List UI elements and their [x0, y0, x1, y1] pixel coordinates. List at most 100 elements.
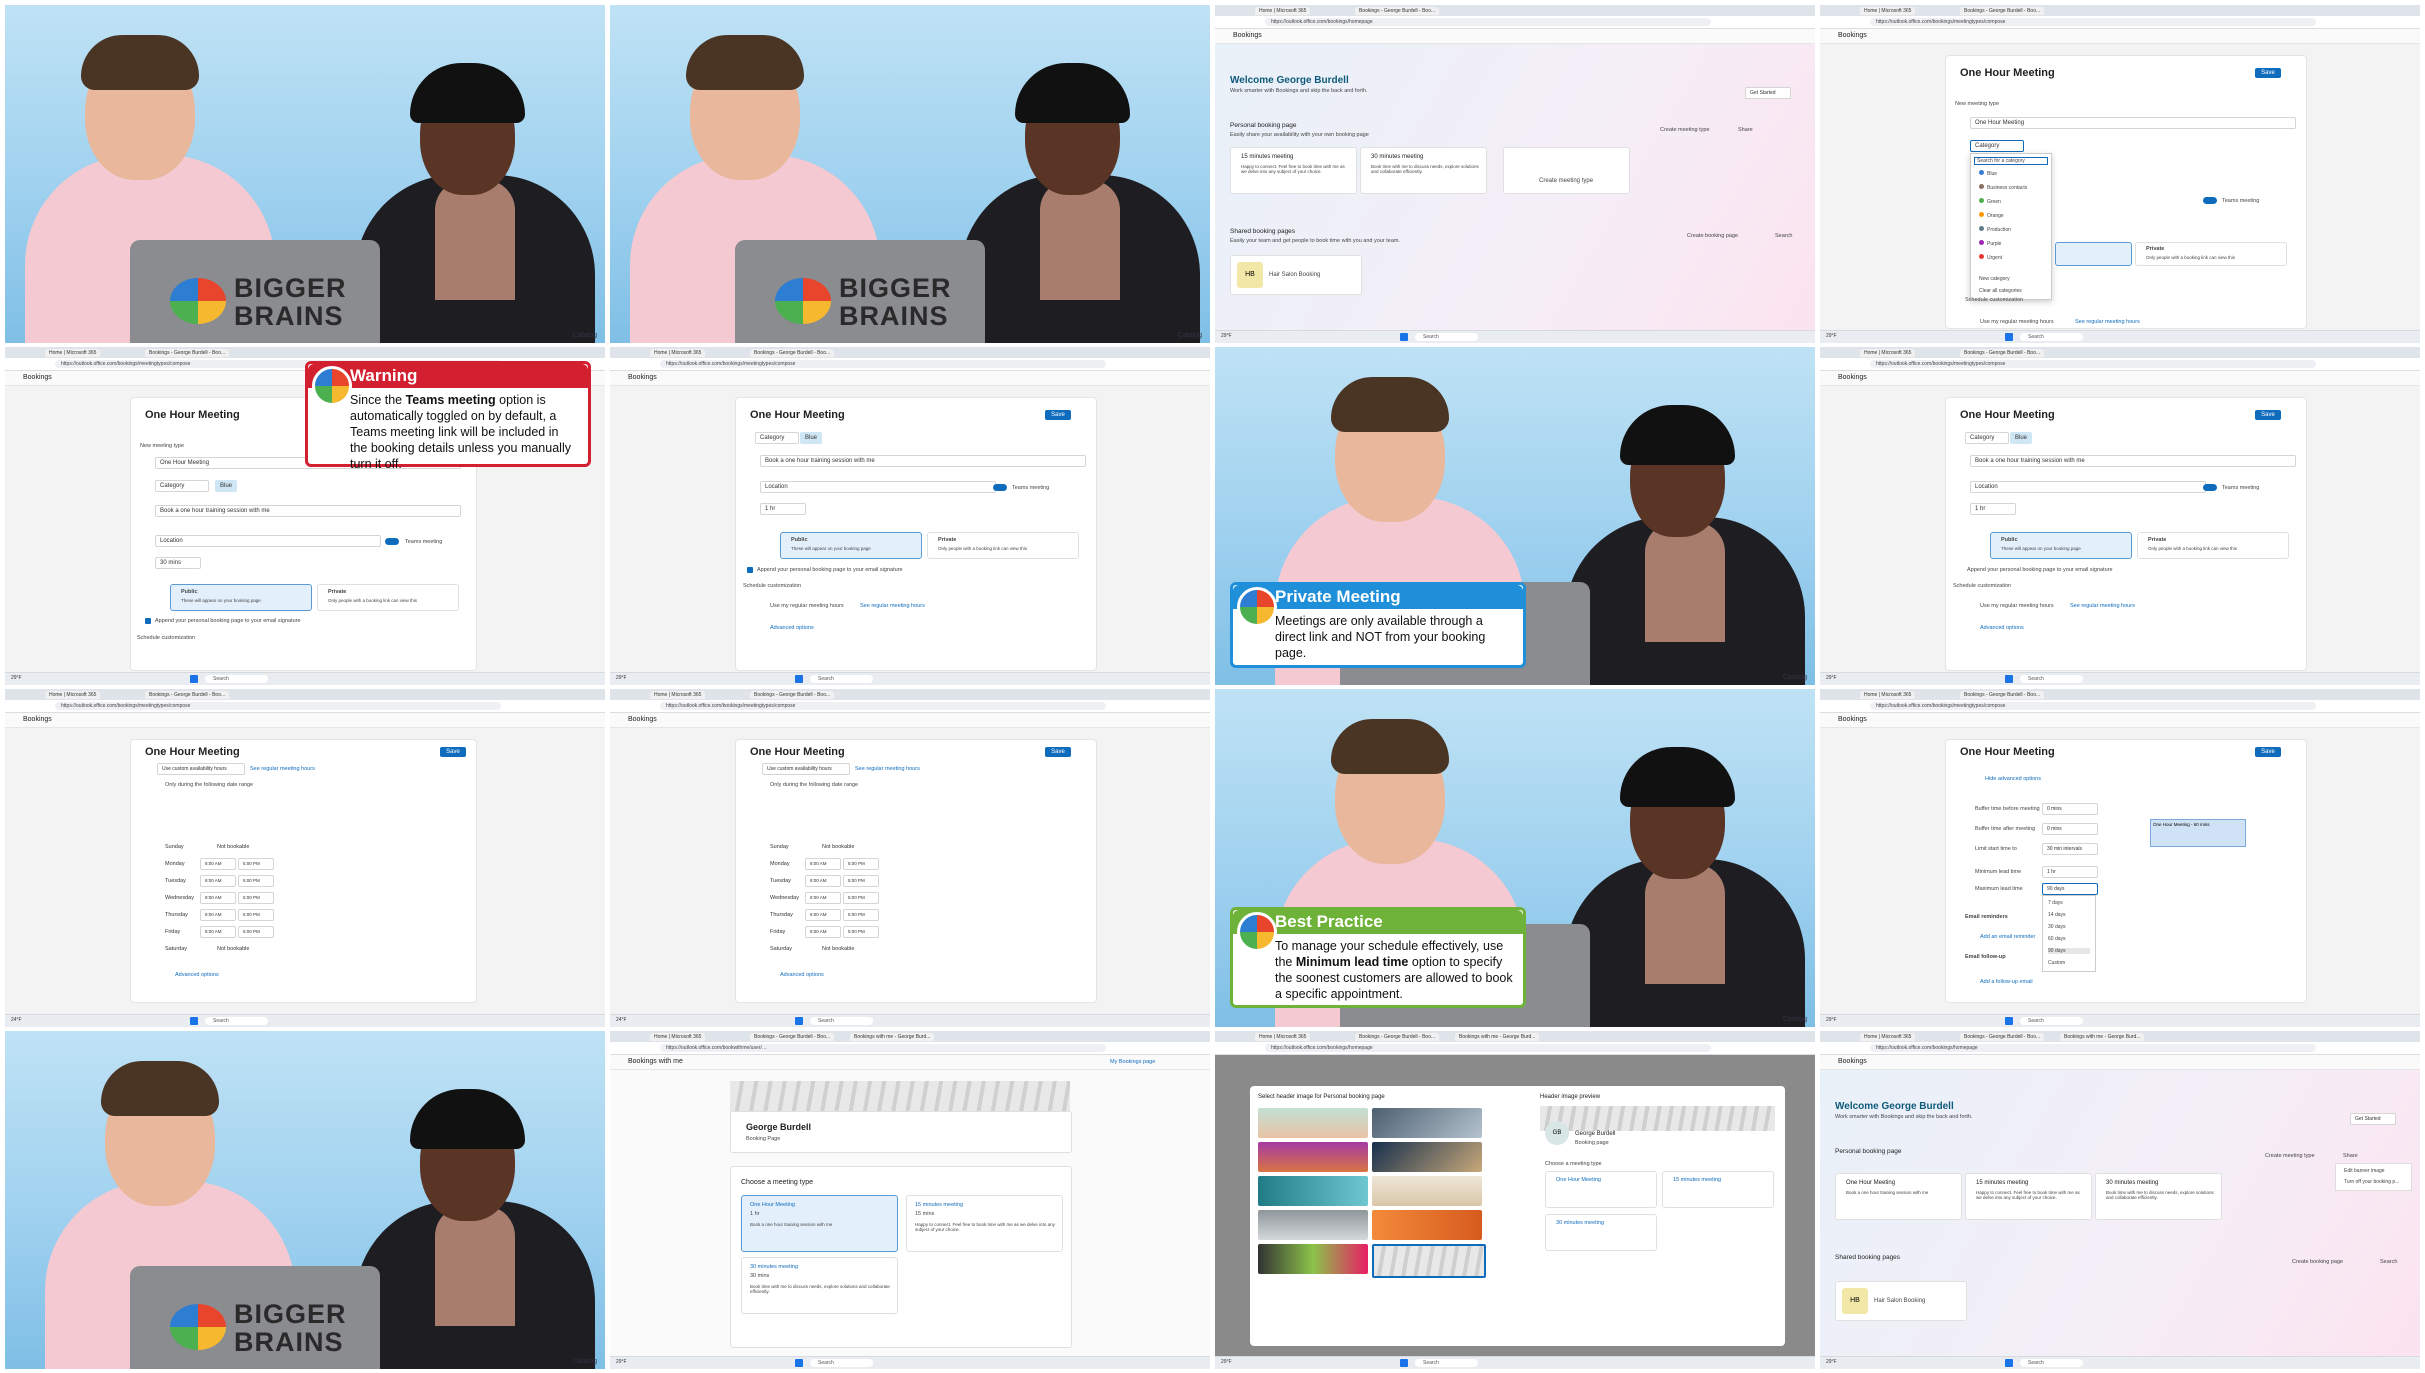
windows-start-icon[interactable] [1400, 333, 1408, 341]
meeting-option-one-hour[interactable]: One Hour Meeting 1 hr Book a one hour tr… [741, 1195, 898, 1252]
duration-dropdown[interactable]: 30 mins [155, 557, 201, 569]
private-option[interactable]: Private Only people with a booking link … [2135, 242, 2287, 266]
end-time-input[interactable]: 5:00 PM [843, 875, 879, 887]
end-time-input[interactable]: 5:00 PM [843, 858, 879, 870]
clear-categories-item[interactable]: Clear all categories [1979, 288, 2022, 294]
create-meeting-type-link[interactable]: Create meeting type [1660, 127, 1710, 133]
advanced-options-frame: Home | Microsoft 365 Bookings - George B… [1820, 689, 2420, 1027]
lead-option[interactable]: 30 days [2048, 924, 2066, 930]
public-option[interactable] [2055, 242, 2132, 266]
teams-meeting-toggle[interactable] [993, 484, 1007, 491]
header-option[interactable] [1258, 1176, 1368, 1206]
meeting-name-input[interactable]: One Hour Meeting [1970, 117, 2296, 129]
windows-start-icon[interactable] [2005, 333, 2013, 341]
address-bar[interactable]: https://outlook.office.com/bookings/home… [1265, 18, 1711, 26]
category-item[interactable]: Business contacts [1979, 184, 2027, 191]
end-time-input[interactable]: 5:00 PM [238, 909, 274, 921]
share-link[interactable]: Share [1738, 127, 1753, 133]
get-started-button[interactable]: Get Started [1745, 87, 1791, 99]
day-label: Sunday [165, 844, 184, 850]
header-option[interactable] [1258, 1108, 1368, 1138]
create-meeting-type-card[interactable]: Create meeting type [1503, 147, 1630, 194]
header-option[interactable] [1372, 1176, 1482, 1206]
windows-start-icon[interactable] [190, 675, 198, 683]
new-category-item[interactable]: New category [1979, 276, 2010, 282]
availability-dropdown[interactable]: Use custom availability hours [157, 763, 245, 775]
teams-meeting-toggle[interactable] [2203, 197, 2217, 204]
tab-bookings[interactable]: Bookings - George Burdell - Boo... [1355, 7, 1440, 15]
header-option[interactable] [1258, 1210, 1368, 1240]
start-time-input[interactable]: 8:00 AM [200, 875, 236, 887]
save-button[interactable]: Save [2255, 68, 2281, 78]
start-time-input[interactable]: 8:00 AM [805, 875, 841, 887]
category-item[interactable]: Urgent [1979, 254, 2002, 261]
day-label: Monday [165, 861, 185, 867]
turn-off-page-item[interactable]: Turn off your booking p... [2344, 1179, 2399, 1185]
category-item[interactable]: Green [1979, 198, 2001, 205]
day-label: Thursday [770, 912, 793, 918]
category-item[interactable]: Purple [1979, 240, 2001, 247]
private-option[interactable]: Private Only people with a booking link … [317, 584, 459, 611]
append-signature-checkbox[interactable] [145, 618, 151, 624]
meeting-option-30[interactable]: 30 minutes meeting 30 mins Book time wit… [741, 1257, 898, 1314]
private-option[interactable]: Private Only people with a booking link … [927, 532, 1079, 559]
start-time-input[interactable]: 8:00 AM [200, 909, 236, 921]
share-menu: Edit banner image Turn off your booking … [2335, 1163, 2412, 1191]
teams-meeting-toggle[interactable] [385, 538, 399, 545]
advanced-options-link[interactable]: Advanced options [770, 625, 814, 631]
end-time-input[interactable]: 5:00 PM [843, 892, 879, 904]
create-booking-page-link[interactable]: Create booking page [1687, 233, 1738, 239]
end-time-input[interactable]: 5:00 PM [843, 926, 879, 938]
lead-option[interactable]: 14 days [2048, 912, 2066, 918]
taskbar-search[interactable]: Search [1415, 333, 1478, 341]
save-button[interactable]: Save [1045, 410, 1071, 420]
end-time-input[interactable]: 5:00 PM [238, 926, 274, 938]
tab-bookings-with-me[interactable]: Bookings with me - George Burd... [850, 1033, 935, 1041]
bigger-brains-logo: BIGGER BRAINS [170, 273, 370, 333]
header-option[interactable] [1372, 1210, 1482, 1240]
meeting-card-15[interactable]: 15 minutes meeting Happy to connect. Fee… [1230, 147, 1357, 194]
header-option[interactable] [1372, 1142, 1482, 1172]
end-time-input[interactable]: 5:00 PM [238, 858, 274, 870]
header-option[interactable] [1258, 1244, 1368, 1274]
meeting-option-15[interactable]: 15 minutes meeting 15 mins Happy to conn… [906, 1195, 1063, 1252]
location-input[interactable]: Location [155, 535, 381, 547]
public-option[interactable]: Public These will appear on your booking… [780, 532, 922, 559]
tab-home[interactable]: Home | Microsoft 365 [1255, 7, 1311, 15]
category-search-input[interactable]: Search for a category [1974, 157, 2048, 165]
category-dropdown[interactable]: Category [1970, 140, 2024, 152]
header-option[interactable] [1258, 1142, 1368, 1172]
edit-banner-item[interactable]: Edit banner image [2344, 1168, 2385, 1174]
end-time-input[interactable]: 5:00 PM [843, 909, 879, 921]
header-option[interactable] [1372, 1108, 1482, 1138]
start-time-input[interactable]: 8:00 AM [200, 858, 236, 870]
start-time-input[interactable]: 8:00 AM [805, 892, 841, 904]
lead-option[interactable]: 7 days [2048, 900, 2063, 906]
public-option[interactable]: Public These will appear on your booking… [170, 584, 312, 611]
category-item[interactable]: Orange [1979, 212, 2004, 219]
bigger-brains-logo: BIGGER BRAINS [170, 1299, 370, 1359]
brain-logo-icon [170, 1304, 226, 1350]
end-time-input[interactable]: 5:00 PM [238, 892, 274, 904]
meeting-card-30[interactable]: 30 minutes meeting Book time with me to … [1360, 147, 1487, 194]
start-time-input[interactable]: 8:00 AM [805, 858, 841, 870]
header-image-dialog: Select header image for Personal booking… [1250, 1086, 1785, 1346]
end-time-input[interactable]: 5:00 PM [238, 875, 274, 887]
lead-option[interactable]: 90 days [2048, 948, 2090, 954]
see-regular-hours-link[interactable]: See regular meeting hours [2075, 319, 2140, 325]
start-time-input[interactable]: 8:00 AM [200, 926, 236, 938]
max-lead-dropdown[interactable]: 90 days [2042, 883, 2098, 895]
category-item[interactable]: Blue [1979, 170, 1997, 177]
category-item[interactable]: Production [1979, 226, 2011, 233]
lead-option[interactable]: 60 days [2048, 936, 2066, 942]
start-time-input[interactable]: 8:00 AM [805, 926, 841, 938]
start-time-input[interactable]: 8:00 AM [200, 892, 236, 904]
studio-frame-1: BIGGER BRAINS Catalog [5, 5, 605, 343]
header-option-selected[interactable] [1372, 1244, 1486, 1278]
hair-salon-card[interactable]: HB Hair Salon Booking [1230, 255, 1362, 295]
start-time-input[interactable]: 8:00 AM [805, 909, 841, 921]
search-link[interactable]: Search [1775, 233, 1792, 239]
my-bookings-page-link[interactable]: My Bookings page [1110, 1059, 1155, 1065]
lead-option[interactable]: Custom [2048, 960, 2065, 966]
hide-advanced-link[interactable]: Hide advanced options [1985, 776, 2041, 782]
